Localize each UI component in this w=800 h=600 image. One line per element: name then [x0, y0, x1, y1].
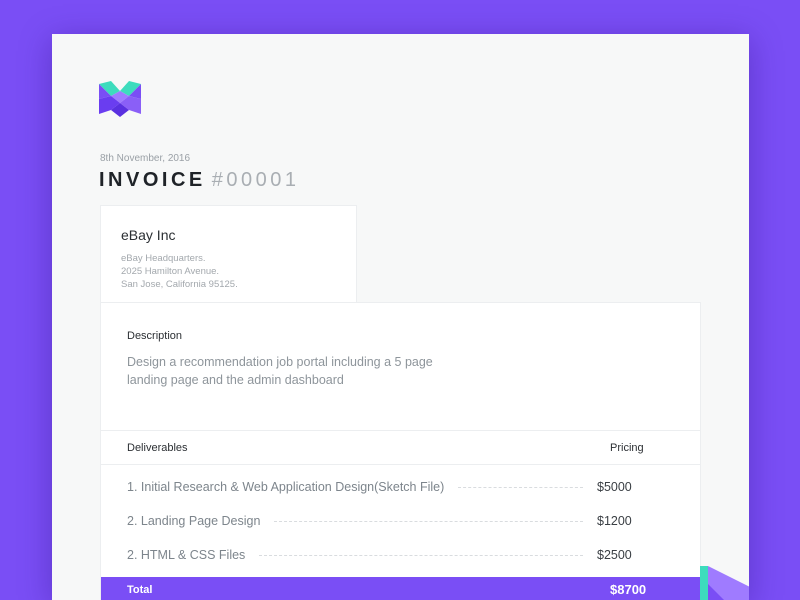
- invoice-sheet: 8th November, 2016 INVOICE #00001 eBay In…: [52, 34, 749, 600]
- invoice-details-card: Description Design a recommendation job …: [100, 302, 701, 600]
- client-address-line: eBay Headquarters.: [121, 253, 206, 264]
- invoice-date: 8th November, 2016: [100, 153, 191, 164]
- table-row: 2. HTML & CSS Files $2500: [127, 546, 645, 564]
- dotted-leader: [259, 554, 583, 556]
- deliverable-name: 1. Initial Research & Web Application De…: [127, 480, 445, 494]
- deliverable-price: $2500: [597, 548, 632, 562]
- table-row: 2. Landing Page Design $1200: [127, 512, 645, 530]
- deliverables-header: Deliverables: [127, 442, 188, 454]
- deliverable-name: 2. Landing Page Design: [127, 514, 261, 528]
- corner-decoration-icon: [700, 566, 749, 600]
- dotted-leader: [458, 486, 583, 488]
- total-value: $8700: [610, 582, 647, 597]
- pricing-header: Pricing: [610, 442, 644, 454]
- dotted-leader: [274, 520, 583, 522]
- description-text: Design a recommendation job portal inclu…: [127, 355, 433, 387]
- x-logo-icon: [99, 81, 141, 117]
- invoice-title: INVOICE #00001: [99, 169, 300, 192]
- client-name: eBay Inc: [121, 227, 176, 243]
- deliverable-price: $5000: [597, 480, 632, 494]
- total-label: Total: [127, 584, 153, 596]
- description-label: Description: [127, 330, 183, 342]
- client-address-line: San Jose, California 95125.: [121, 279, 238, 290]
- client-address-line: 2025 Hamilton Avenue.: [121, 266, 220, 277]
- divider: [101, 464, 700, 465]
- invoice-number: #00001: [211, 169, 300, 191]
- total-bar: Total $8700: [101, 577, 700, 600]
- client-card: eBay Inc eBay Headquarters. 2025 Hamilto…: [100, 205, 357, 303]
- divider: [101, 430, 700, 431]
- table-row: 1. Initial Research & Web Application De…: [127, 478, 645, 496]
- deliverable-name: 2. HTML & CSS Files: [127, 548, 246, 562]
- invoice-title-word: INVOICE: [99, 169, 206, 191]
- deliverable-price: $1200: [597, 514, 632, 528]
